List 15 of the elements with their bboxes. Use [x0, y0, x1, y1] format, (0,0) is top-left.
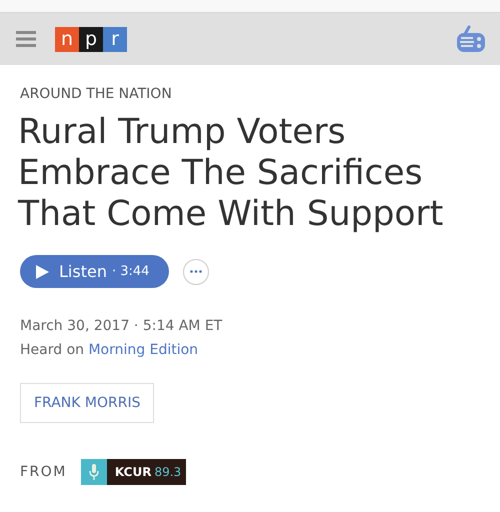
listen-button[interactable]: Listen · 3:44: [20, 255, 170, 288]
section-label[interactable]: AROUND THE NATION: [20, 86, 172, 102]
article-title: Rural Trump Voters Embrace The Sacrifices That Come With Support: [18, 112, 444, 235]
microphone-icon: [88, 464, 99, 480]
author-button[interactable]: FRANK MORRIS: [20, 383, 154, 423]
publish-date: March 30, 2017 · 5:14 AM ET: [20, 317, 222, 336]
more-icon: [190, 270, 202, 273]
play-icon: [36, 264, 49, 278]
radio-icon[interactable]: [456, 24, 486, 54]
more-button[interactable]: [183, 258, 210, 284]
heard-on-text: Heard on Morning Edition: [20, 341, 198, 360]
from-label: FROM: [20, 464, 67, 480]
program-link[interactable]: Morning Edition: [88, 342, 198, 358]
logo[interactable]: n p r: [55, 26, 127, 52]
menu-icon[interactable]: [16, 30, 36, 48]
